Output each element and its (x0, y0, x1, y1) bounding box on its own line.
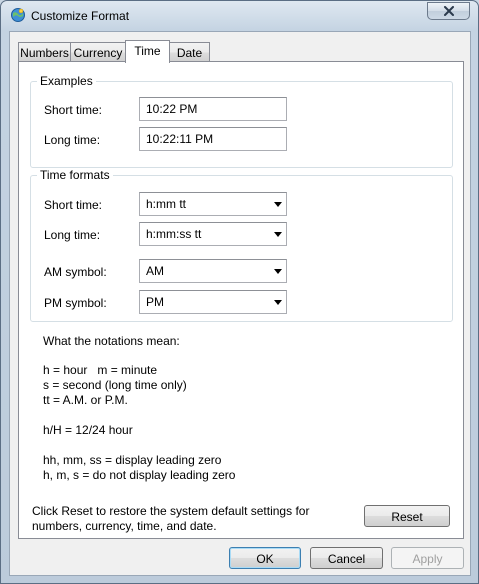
long-time-label: Long time: (44, 228, 101, 242)
notation-heading: What the notations mean: (43, 334, 180, 348)
regional-settings-icon (11, 8, 25, 22)
pm-symbol-label: PM symbol: (44, 296, 107, 310)
ok-button[interactable]: OK (229, 547, 301, 569)
dialog-body: Numbers Currency Time Date Examples Shor… (9, 31, 471, 576)
tab-time[interactable]: Time (125, 40, 170, 63)
window-title: Customize Format (31, 9, 130, 23)
chevron-down-icon[interactable] (274, 232, 282, 237)
tab-label: Numbers (20, 46, 69, 60)
notation-line: hh, mm, ss = display leading zero (43, 453, 222, 467)
example-long-time-field[interactable]: 10:22:11 PM (139, 127, 287, 151)
tab-date[interactable]: Date (169, 42, 210, 62)
am-symbol-combobox[interactable]: AM (139, 259, 287, 283)
time-formats-group-title: Time formats (37, 168, 113, 182)
notation-line: h = hour m = minute (43, 363, 158, 377)
am-symbol-value: AM (146, 264, 164, 278)
example-short-time-field[interactable]: 10:22 PM (139, 97, 287, 121)
time-formats-group: Time formats Short time: h:mm tt Long ti… (30, 168, 453, 322)
long-time-value: h:mm:ss tt (146, 227, 202, 241)
short-time-label: Short time: (44, 198, 103, 212)
close-icon (443, 6, 454, 16)
tab-label: Date (176, 46, 203, 60)
notation-line: h/H = 12/24 hour (43, 423, 133, 437)
tab-label: Currency (73, 46, 123, 60)
example-short-time-label: Short time: (44, 103, 103, 117)
examples-group: Examples Short time: 10:22 PM Long time:… (30, 74, 453, 168)
close-button[interactable] (427, 2, 470, 20)
short-time-value: h:mm tt (146, 197, 187, 211)
pm-symbol-value: PM (146, 295, 164, 309)
reset-description: Click Reset to restore the system defaul… (32, 504, 332, 534)
chevron-down-icon[interactable] (274, 300, 282, 305)
reset-description-line: Click Reset to restore the system defaul… (32, 504, 310, 518)
chevron-down-icon[interactable] (274, 269, 282, 274)
title-bar[interactable]: Customize Format (1, 1, 478, 31)
notation-line: s = second (long time only) (43, 378, 187, 392)
tab-label: Time (134, 44, 161, 58)
tab-numbers[interactable]: Numbers (18, 42, 71, 62)
examples-group-title: Examples (37, 74, 96, 88)
pm-symbol-combobox[interactable]: PM (139, 290, 287, 314)
long-time-combobox[interactable]: h:mm:ss tt (139, 222, 287, 246)
chevron-down-icon[interactable] (274, 202, 282, 207)
am-symbol-label: AM symbol: (44, 265, 107, 279)
notation-line: h, m, s = do not display leading zero (43, 468, 236, 482)
time-tab-panel: Examples Short time: 10:22 PM Long time:… (18, 61, 464, 539)
customize-format-window: Customize Format Numbers Currency Time D… (0, 0, 479, 584)
apply-button[interactable]: Apply (391, 547, 464, 569)
short-time-combobox[interactable]: h:mm tt (139, 192, 287, 216)
notation-line: tt = A.M. or P.M. (43, 393, 128, 407)
example-long-time-label: Long time: (44, 133, 101, 147)
cancel-button[interactable]: Cancel (310, 547, 383, 569)
tab-currency[interactable]: Currency (70, 42, 126, 62)
reset-description-line: numbers, currency, time, and date. (32, 519, 217, 533)
reset-button[interactable]: Reset (364, 505, 450, 527)
